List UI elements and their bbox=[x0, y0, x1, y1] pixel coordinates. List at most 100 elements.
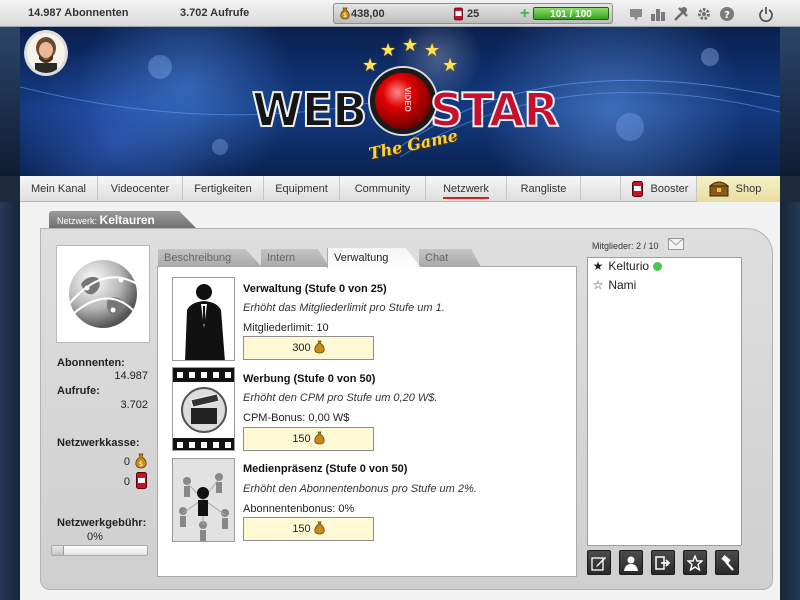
upgrade-description: Erhöht den Abonnentenbonus pro Stufe um … bbox=[243, 483, 477, 495]
user-icon bbox=[624, 556, 638, 571]
star-icon bbox=[687, 554, 703, 571]
money-bag-icon[interactable]: $ bbox=[135, 453, 147, 472]
leader-star-icon: ★ bbox=[592, 259, 604, 273]
nav-item-fertigkeiten[interactable]: Fertigkeiten bbox=[183, 176, 264, 202]
subscribers-value: 14.987 bbox=[114, 370, 148, 382]
svg-text:$: $ bbox=[139, 460, 143, 468]
page-side-right bbox=[780, 202, 800, 600]
nav-item-rangliste[interactable]: Rangliste bbox=[507, 176, 581, 202]
page-side-left bbox=[0, 202, 20, 600]
member-name: Kelturio bbox=[608, 259, 650, 273]
upgrade-buy-button[interactable]: 150 bbox=[243, 427, 374, 451]
profile-button[interactable] bbox=[619, 550, 643, 575]
ranking-icon[interactable] bbox=[649, 5, 666, 22]
add-energy-icon[interactable]: + bbox=[520, 5, 529, 23]
hammer-icon bbox=[721, 554, 734, 571]
fee-label: Netzwerkgebühr: bbox=[57, 517, 147, 529]
treasury-cans-value: 0 bbox=[123, 476, 130, 488]
money-bag-icon: $ bbox=[340, 7, 350, 23]
resource-bar: $ 438,00 25 + 101 / 100 bbox=[333, 3, 613, 24]
views-value: 3.702 bbox=[120, 399, 148, 411]
subscriber-count: 14.987 Abonnenten bbox=[28, 7, 129, 19]
energy-can-icon[interactable] bbox=[136, 472, 147, 492]
upgrade-description: Erhöht den CPM pro Stufe um 0,20 W$. bbox=[243, 392, 438, 404]
upgrade-buy-button[interactable]: 150 bbox=[243, 517, 374, 541]
can-amount: 25 bbox=[467, 8, 480, 20]
views-label: Aufrufe: bbox=[57, 385, 100, 397]
settings-icon[interactable] bbox=[695, 5, 712, 22]
nav-item-equipment[interactable]: Equipment bbox=[264, 176, 340, 202]
nav-item-shop[interactable]: Shop bbox=[697, 176, 780, 202]
members-count: Mitglieder: 2 / 10 bbox=[592, 241, 659, 251]
exit-icon bbox=[655, 555, 671, 570]
money-bag-icon bbox=[314, 521, 325, 538]
logo-star-icon: ★ bbox=[402, 35, 419, 55]
upgrade-title: Werbung (Stufe 0 von 50) bbox=[243, 373, 376, 385]
admin-button[interactable] bbox=[715, 550, 739, 575]
film-clapper-icon bbox=[172, 367, 235, 451]
help-icon[interactable]: ? bbox=[718, 5, 735, 22]
member-name: Nami bbox=[608, 278, 637, 292]
upgrade-buy-button[interactable]: 300 bbox=[243, 336, 374, 360]
upgrade-title: Verwaltung (Stufe 0 von 25) bbox=[243, 283, 387, 295]
svg-text:$: $ bbox=[343, 12, 347, 19]
logo-star-icon: ★ bbox=[424, 40, 441, 60]
nav-item-community[interactable]: Community bbox=[340, 176, 426, 202]
tab-chat[interactable]: Chat bbox=[419, 249, 481, 267]
side-decoration-right bbox=[780, 27, 800, 176]
logo-star-icon: ★ bbox=[380, 40, 397, 60]
list-item[interactable]: ☆ Nami bbox=[591, 278, 637, 292]
gold-amount: 438,00 bbox=[351, 8, 385, 20]
upgrade-stat: CPM-Bonus: 0,00 W$ bbox=[243, 412, 350, 424]
list-item[interactable]: ★ Kelturio bbox=[591, 259, 663, 273]
members-list bbox=[587, 257, 742, 546]
upgrade-stat: Mitgliederlimit: 10 bbox=[243, 322, 329, 334]
energy-can-icon bbox=[454, 7, 463, 24]
network-name: Keltauren bbox=[99, 213, 155, 227]
nav-item-videocenter[interactable]: Videocenter bbox=[98, 176, 183, 202]
upgrade-stat: Abonnentenbonus: 0% bbox=[243, 503, 355, 515]
view-count: 3.702 Aufrufe bbox=[180, 7, 250, 19]
side-decoration-left bbox=[0, 27, 20, 176]
energy-text: 101 / 100 bbox=[550, 9, 592, 20]
mail-icon[interactable] bbox=[668, 238, 684, 253]
top-bar: 14.987 Abonnenten 3.702 Aufrufe $ 438,00… bbox=[0, 0, 800, 27]
logo-web-text: WEB bbox=[251, 83, 368, 137]
subscribers-label: Abonnenten: bbox=[57, 357, 125, 369]
lens-text: VIDEO bbox=[403, 87, 412, 112]
nav-item-booster[interactable]: Booster bbox=[620, 176, 697, 202]
upgrade-cost: 150 bbox=[292, 523, 311, 535]
money-bag-icon bbox=[314, 340, 325, 357]
upgrade-cost: 150 bbox=[292, 433, 311, 445]
tab-beschreibung[interactable]: Beschreibung bbox=[158, 249, 262, 267]
header-banner: ★ ★ ★ ★ ★ WEB VIDEO STAR The Game bbox=[20, 27, 780, 176]
svg-text:?: ? bbox=[724, 10, 730, 21]
tab-verwaltung[interactable]: Verwaltung bbox=[327, 248, 421, 268]
power-icon[interactable] bbox=[757, 5, 774, 22]
leave-network-button[interactable] bbox=[651, 550, 675, 575]
fee-slider-handle[interactable] bbox=[52, 546, 64, 555]
globe-icon bbox=[68, 260, 138, 328]
energy-bar: 101 / 100 bbox=[533, 7, 609, 20]
main-nav: Mein Kanal Videocenter Fertigkeiten Equi… bbox=[20, 176, 780, 202]
online-status-icon bbox=[653, 262, 663, 272]
fee-slider[interactable] bbox=[51, 545, 148, 556]
edit-button[interactable] bbox=[587, 550, 611, 575]
logo-star-icon: ★ bbox=[442, 55, 459, 75]
nav-item-mein-kanal[interactable]: Mein Kanal bbox=[20, 176, 98, 202]
upgrade-description: Erhöht das Mitgliederlimit pro Stufe um … bbox=[243, 302, 445, 314]
tab-intern[interactable]: Intern bbox=[261, 249, 329, 267]
upgrade-title: Medienpräsenz (Stufe 0 von 50) bbox=[243, 463, 408, 475]
webstar-logo: ★ ★ ★ ★ ★ WEB VIDEO STAR The Game bbox=[250, 35, 560, 175]
upgrade-cost: 300 bbox=[292, 342, 311, 354]
favorite-button[interactable] bbox=[683, 550, 707, 575]
network-image bbox=[56, 245, 150, 343]
member-star-icon: ☆ bbox=[592, 278, 604, 292]
nav-item-netzwerk[interactable]: Netzwerk bbox=[426, 176, 507, 202]
tools-icon[interactable] bbox=[672, 5, 689, 22]
network-title-tab: Netzwerk: Keltauren bbox=[49, 211, 197, 229]
network-prefix: Netzwerk: bbox=[57, 216, 98, 226]
money-bag-icon bbox=[314, 431, 325, 448]
channel-avatar[interactable] bbox=[24, 30, 68, 76]
download-icon[interactable] bbox=[627, 5, 644, 22]
